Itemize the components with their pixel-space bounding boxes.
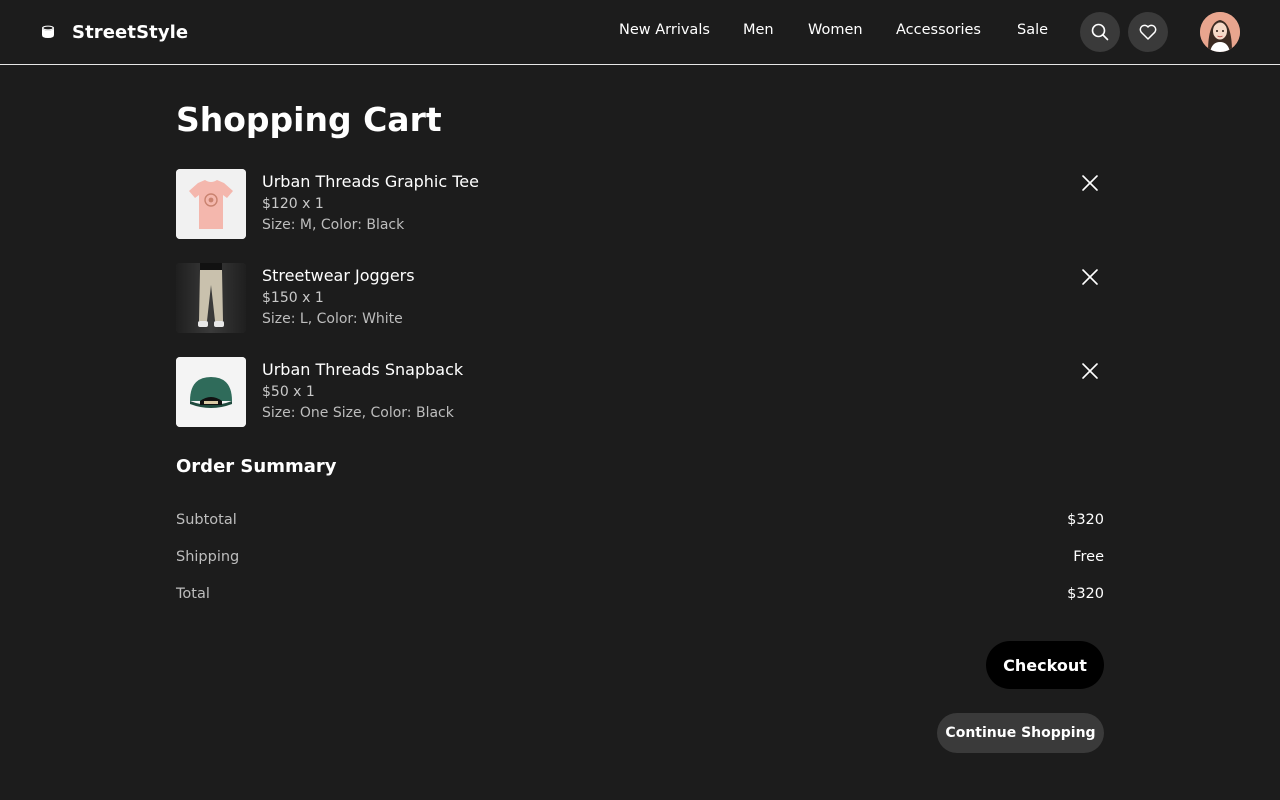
heart-icon: [1139, 24, 1157, 40]
top-nav-bar: StreetStyle New Arrivals Men Women Acces…: [0, 0, 1280, 65]
avatar[interactable]: [1200, 12, 1240, 52]
shipping-value: Free: [1073, 549, 1104, 565]
item-name[interactable]: Urban Threads Snapback: [262, 360, 463, 379]
item-options: Size: M, Color: Black: [262, 217, 405, 233]
item-options: Size: L, Color: White: [262, 311, 403, 327]
product-image-snapback[interactable]: [176, 357, 246, 427]
search-icon: [1091, 23, 1109, 41]
cart-item: Streetwear Joggers $150 x 1 Size: L, Col…: [176, 263, 1104, 333]
product-image-tshirt[interactable]: [176, 169, 246, 239]
brand[interactable]: StreetStyle: [40, 20, 188, 44]
close-icon: [1082, 269, 1098, 285]
shipping-label: Shipping: [176, 549, 240, 565]
item-name[interactable]: Urban Threads Graphic Tee: [262, 172, 479, 191]
total-value: $320: [1067, 586, 1104, 602]
continue-shopping-button[interactable]: Continue Shopping: [937, 713, 1104, 753]
nav-sale[interactable]: Sale: [1017, 22, 1048, 42]
nav-women[interactable]: Women: [808, 22, 863, 42]
wishlist-button[interactable]: [1128, 12, 1168, 52]
remove-item-button[interactable]: [1078, 265, 1102, 289]
joggers-image: [176, 263, 246, 333]
item-name[interactable]: Streetwear Joggers: [262, 266, 415, 285]
cup-icon: [42, 25, 54, 38]
close-icon: [1082, 363, 1098, 379]
total-label: Total: [176, 586, 210, 602]
remove-item-button[interactable]: [1078, 171, 1102, 195]
order-summary-title: Order Summary: [176, 456, 337, 477]
page-title: Shopping Cart: [176, 100, 442, 139]
subtotal-value: $320: [1067, 512, 1104, 528]
avatar-image: [1200, 12, 1240, 52]
item-price: $50 x 1: [262, 384, 315, 400]
nav-men[interactable]: Men: [743, 22, 774, 42]
search-button[interactable]: [1080, 12, 1120, 52]
brand-name: StreetStyle: [72, 21, 189, 43]
cart-item: Urban Threads Graphic Tee $120 x 1 Size:…: [176, 169, 1104, 239]
product-image-joggers[interactable]: [176, 263, 246, 333]
subtotal-label: Subtotal: [176, 512, 237, 528]
cart-item: Urban Threads Snapback $50 x 1 Size: One…: [176, 357, 1104, 427]
item-options: Size: One Size, Color: Black: [262, 405, 454, 421]
remove-item-button[interactable]: [1078, 359, 1102, 383]
checkout-button[interactable]: Checkout: [986, 641, 1104, 689]
nav-new-arrivals[interactable]: New Arrivals: [619, 22, 710, 42]
item-price: $150 x 1: [262, 290, 324, 306]
cap-image: [176, 357, 246, 427]
tshirt-image: [176, 169, 246, 239]
nav-accessories[interactable]: Accessories: [896, 22, 981, 42]
close-icon: [1082, 175, 1098, 191]
item-price: $120 x 1: [262, 196, 324, 212]
